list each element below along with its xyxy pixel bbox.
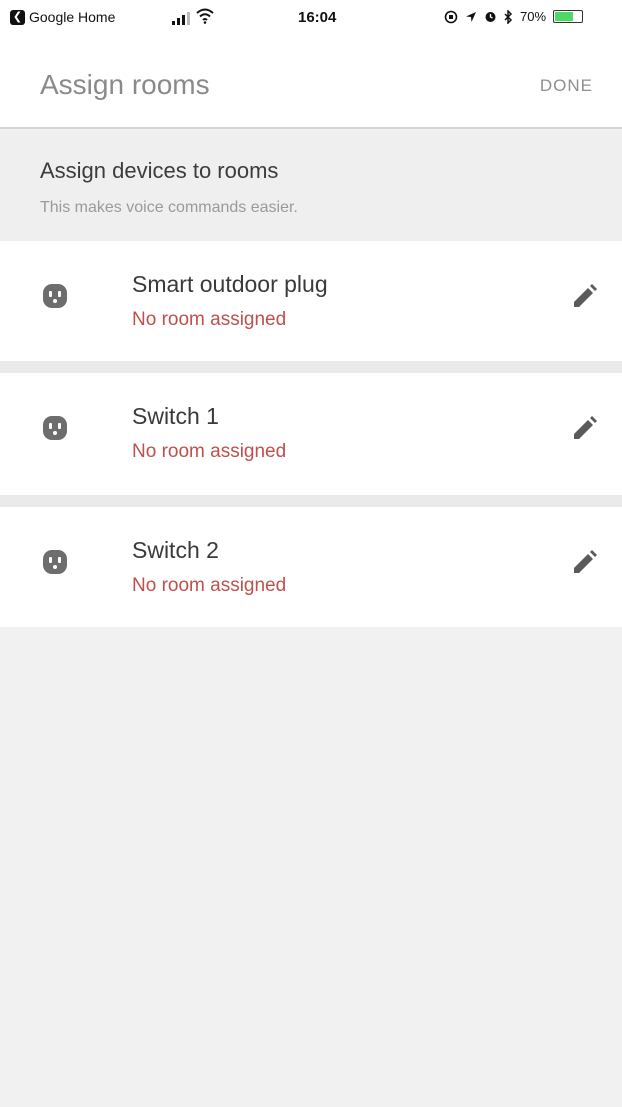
battery-icon [553, 10, 584, 23]
back-arrow-icon: ❮ [10, 9, 25, 25]
section-subheading: This makes voice commands easier. [40, 199, 298, 216]
status-time: 16:04 [298, 9, 337, 26]
device-name: Switch 1 [132, 403, 219, 429]
device-row[interactable]: Smart outdoor plug No room assigned [0, 241, 622, 361]
status-bar: ❮ Google Home 16:04 70% [0, 0, 622, 36]
screen-lock-icon [444, 10, 458, 23]
device-row[interactable]: Switch 1 No room assigned [0, 373, 622, 495]
section-heading: Assign devices to rooms [40, 158, 279, 183]
screen: ❮ Google Home 16:04 70% Assign rooms DON… [0, 0, 622, 1107]
device-row[interactable]: Switch 2 No room assigned [0, 507, 622, 627]
back-to-app[interactable]: ❮ Google Home [10, 9, 115, 25]
battery-level [555, 12, 574, 21]
edit-pencil-icon[interactable] [568, 281, 600, 313]
outlet-icon [43, 416, 67, 440]
divider [0, 361, 622, 373]
alarm-icon [485, 12, 496, 22]
signal-icon [172, 12, 190, 25]
device-name: Smart outdoor plug [132, 271, 328, 297]
device-room-status: No room assigned [132, 575, 287, 596]
outlet-icon [43, 550, 67, 574]
section-header: Assign devices to rooms This makes voice… [0, 131, 622, 241]
back-app-name: Google Home [29, 9, 116, 25]
device-room-status: No room assigned [132, 309, 287, 330]
location-icon [466, 11, 476, 22]
wifi-icon [196, 8, 214, 24]
done-button[interactable]: DONE [540, 76, 593, 96]
status-right-icons: 70% [444, 9, 584, 24]
device-name: Switch 2 [132, 537, 219, 563]
battery-percent: 70% [520, 9, 547, 24]
app-bar: Assign rooms DONE [0, 36, 622, 129]
page-title: Assign rooms [40, 69, 210, 100]
outlet-icon [43, 284, 67, 308]
edit-pencil-icon[interactable] [568, 547, 600, 579]
bluetooth-icon [504, 9, 513, 24]
device-room-status: No room assigned [132, 441, 287, 462]
divider [0, 495, 622, 507]
edit-pencil-icon[interactable] [568, 413, 600, 445]
